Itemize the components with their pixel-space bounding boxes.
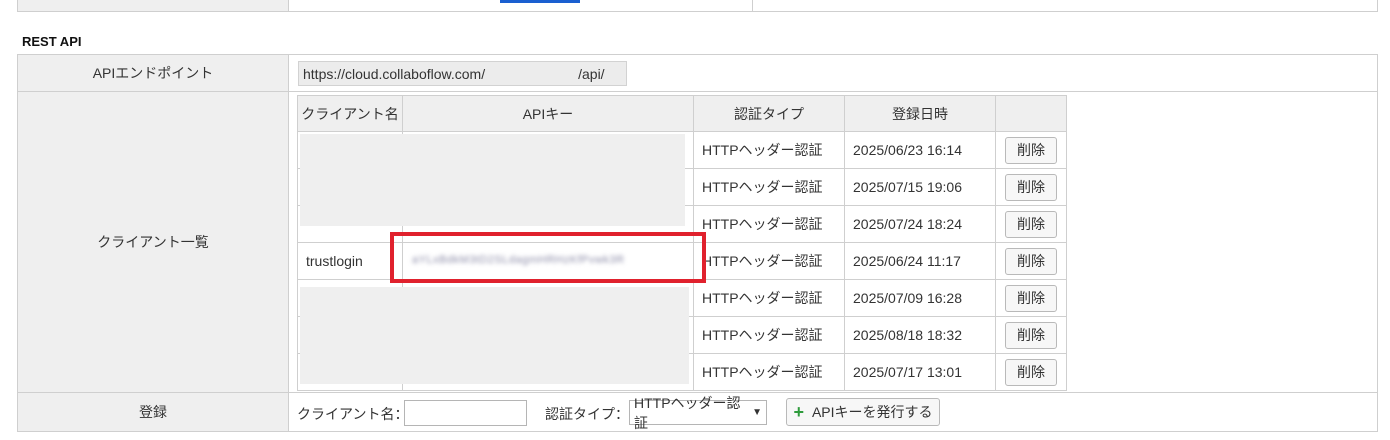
endpoint-url-field[interactable]: https://cloud.collaboflow.com/ /api/ bbox=[298, 61, 627, 86]
delete-button[interactable]: 削除 bbox=[1005, 136, 1057, 164]
registered-at-cell: 2025/08/18 18:32 bbox=[844, 316, 996, 354]
auth-type-cell: HTTPヘッダー認証 bbox=[693, 168, 845, 206]
auth-type-cell: HTTPヘッダー認証 bbox=[693, 316, 845, 354]
delete-button[interactable]: 削除 bbox=[1005, 284, 1057, 312]
registered-at-cell: 2025/07/24 18:24 bbox=[844, 205, 996, 243]
prev-table-link[interactable] bbox=[500, 0, 580, 3]
auth-type-cell: HTTPヘッダー認証 bbox=[693, 353, 845, 391]
highlight-annotation bbox=[390, 232, 706, 283]
delete-button[interactable]: 削除 bbox=[1005, 247, 1057, 275]
header-api-key: APIキー bbox=[402, 95, 694, 132]
header-client-name: クライアント名 bbox=[297, 95, 403, 132]
redaction-block bbox=[300, 134, 685, 226]
auth-type-cell: HTTPヘッダー認証 bbox=[693, 205, 845, 243]
auth-type-select[interactable]: HTTPヘッダー認証 ▼ bbox=[629, 395, 767, 431]
delete-button[interactable]: 削除 bbox=[1005, 321, 1057, 349]
chevron-down-icon: ▼ bbox=[752, 407, 762, 418]
auth-type-selected: HTTPヘッダー認証 bbox=[634, 394, 741, 431]
auth-type-cell: HTTPヘッダー認証 bbox=[693, 279, 845, 317]
endpoint-label: APIエンドポイント bbox=[92, 65, 214, 81]
client-name-label: クライアント名： bbox=[297, 406, 409, 422]
redaction-block bbox=[300, 287, 689, 384]
prev-table-label-cell bbox=[17, 0, 289, 12]
register-label: 登録 bbox=[139, 404, 167, 420]
registered-at-cell: 2025/07/17 13:01 bbox=[844, 353, 996, 391]
registered-at-cell: 2025/07/09 16:28 bbox=[844, 279, 996, 317]
header-actions bbox=[995, 95, 1067, 132]
client-name-cell: trustlogin bbox=[297, 242, 403, 280]
client-table-header: クライアント名 APIキー 認証タイプ 登録日時 bbox=[297, 95, 1067, 132]
endpoint-url-prefix: https://cloud.collaboflow.com/ bbox=[303, 65, 486, 82]
endpoint-url-suffix: /api/ bbox=[578, 65, 605, 82]
action-cell: 削除 bbox=[995, 279, 1067, 317]
client-list-label: クライアント一覧 bbox=[97, 234, 209, 250]
auth-type-cell: HTTPヘッダー認証 bbox=[693, 131, 845, 169]
header-registered-at: 登録日時 bbox=[844, 95, 996, 132]
prev-table-extra-cell bbox=[752, 0, 1378, 12]
registered-at-cell: 2025/06/24 11:17 bbox=[844, 242, 996, 280]
delete-button[interactable]: 削除 bbox=[1005, 358, 1057, 386]
register-label-cell: 登録 bbox=[17, 392, 289, 432]
client-list-label-cell: クライアント一覧 bbox=[17, 91, 289, 393]
auth-type-label: 認証タイプ： bbox=[545, 406, 629, 422]
action-cell: 削除 bbox=[995, 353, 1067, 391]
action-cell: 削除 bbox=[995, 316, 1067, 354]
plus-icon: + bbox=[793, 402, 804, 422]
delete-button[interactable]: 削除 bbox=[1005, 210, 1057, 238]
registered-at-cell: 2025/06/23 16:14 bbox=[844, 131, 996, 169]
delete-button[interactable]: 削除 bbox=[1005, 173, 1057, 201]
action-cell: 削除 bbox=[995, 131, 1067, 169]
issue-api-key-label: APIキーを発行する bbox=[811, 404, 933, 420]
issue-api-key-button[interactable]: + APIキーを発行する bbox=[786, 398, 940, 426]
section-title: REST API bbox=[22, 34, 82, 49]
action-cell: 削除 bbox=[995, 168, 1067, 206]
endpoint-label-cell: APIエンドポイント bbox=[17, 54, 289, 92]
auth-type-cell: HTTPヘッダー認証 bbox=[693, 242, 845, 280]
header-auth-type: 認証タイプ bbox=[693, 95, 845, 132]
action-cell: 削除 bbox=[995, 205, 1067, 243]
client-name-input[interactable] bbox=[404, 400, 527, 426]
action-cell: 削除 bbox=[995, 242, 1067, 280]
registered-at-cell: 2025/07/15 19:06 bbox=[844, 168, 996, 206]
